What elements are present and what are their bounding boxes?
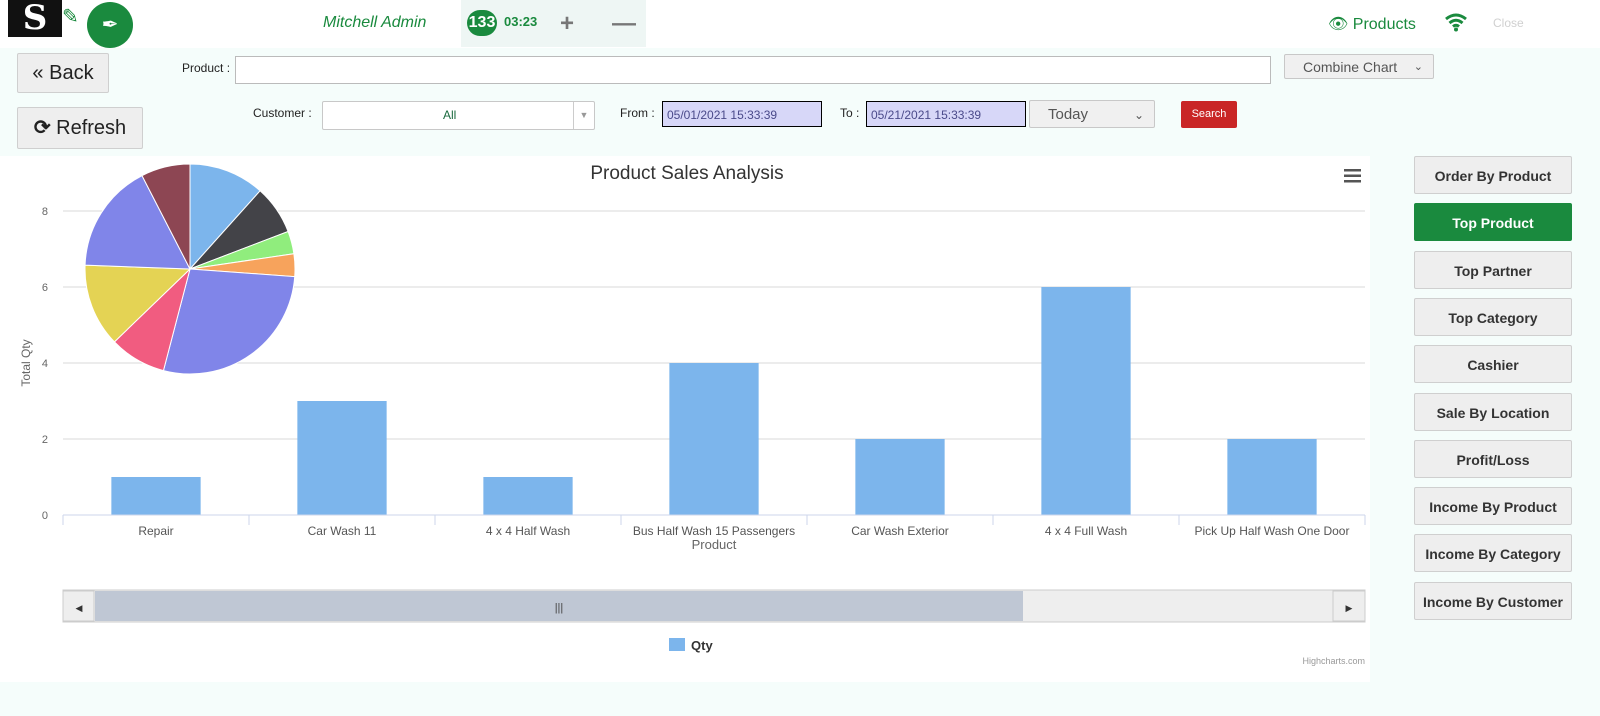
bar[interactable]: [483, 477, 573, 515]
from-label: From :: [620, 106, 655, 120]
sidebar-item-top-partner[interactable]: Top Partner: [1414, 250, 1572, 289]
products-link[interactable]: 👁︎ Products: [1328, 14, 1416, 34]
sidebar-item-income-by-customer[interactable]: Income By Customer: [1414, 581, 1572, 620]
to-label: To :: [840, 106, 860, 120]
refresh-button[interactable]: ⟳ Refresh: [17, 107, 143, 149]
y-axis-ticks: 0 2 4 6 8: [42, 206, 48, 522]
period-select[interactable]: Today ⌄: [1029, 100, 1155, 128]
bar[interactable]: [1227, 439, 1317, 515]
double-chevron-left-icon: «: [32, 62, 44, 84]
back-label: Back: [49, 62, 94, 84]
hamburger-menu-icon[interactable]: [1344, 169, 1361, 183]
chart-container: 0 2 4 6 8 Repair Car Wash 11 4 x 4 Half Wash Bu…: [0, 156, 1370, 682]
x-axis-ticks: Repair Car Wash 11 4 x 4 Half Wash Bus Half…: [138, 524, 1349, 538]
sidebar-item-order-by-product[interactable]: Order By Product: [1414, 156, 1572, 194]
refresh-label: Refresh: [56, 117, 127, 139]
chevron-down-icon: ⌄: [1133, 108, 1144, 122]
product-input[interactable]: [235, 56, 1271, 84]
combine-chart-select[interactable]: Combine Chart ⌄: [1284, 54, 1434, 79]
legend-label: Qty: [691, 638, 713, 653]
x-tick-label: Repair: [138, 524, 173, 538]
period-value: Today: [1048, 106, 1089, 123]
from-date-input[interactable]: 05/01/2021 15:33:39: [662, 101, 822, 127]
combine-chart-value: Combine Chart: [1303, 59, 1398, 75]
bar-chart: 0 2 4 6 8 Repair Car Wash 11 4 x 4 Half Wash Bu…: [19, 163, 1366, 666]
y-tick-label: 2: [42, 434, 48, 446]
x-tick-label: Car Wash Exterior: [851, 524, 949, 538]
x-tick-label: Pick Up Half Wash One Door: [1195, 524, 1350, 538]
chevron-left-icon: ◀: [76, 603, 83, 613]
customer-value: All: [443, 108, 457, 122]
bar[interactable]: [1041, 287, 1131, 515]
user-name: Mitchell Admin: [323, 14, 427, 31]
y-tick-label: 0: [42, 510, 48, 522]
minus-icon[interactable]: —: [612, 10, 636, 38]
top-bar: S ✎ ✒ Mitchell Admin 133 03:23 + — 👁︎ Pr…: [0, 0, 1600, 48]
scrollbar-grip: |||: [555, 602, 564, 614]
y-tick-label: 4: [42, 358, 48, 370]
customer-label: Customer :: [253, 106, 312, 120]
brush-icon[interactable]: ✒: [87, 2, 133, 48]
credits[interactable]: Highcharts.com: [1302, 656, 1365, 666]
bars: [111, 287, 1317, 515]
clock: 03:23: [504, 14, 538, 29]
sidebar-item-profit-loss[interactable]: Profit/Loss: [1414, 439, 1572, 478]
sidebar-item-top-product[interactable]: Top Product: [1414, 203, 1572, 242]
dropdown-arrow-icon: ▼: [573, 102, 594, 129]
app-logo: S: [8, 0, 62, 37]
pencil-icon[interactable]: ✎: [62, 4, 79, 29]
pie-chart: [84, 163, 296, 375]
plus-icon[interactable]: +: [560, 10, 574, 38]
chevron-down-icon: ⌄: [1413, 61, 1423, 73]
close-link[interactable]: Close: [1493, 16, 1524, 30]
chart-title: Product Sales Analysis: [590, 163, 783, 184]
sidebar-item-income-by-product[interactable]: Income By Product: [1414, 487, 1572, 526]
y-tick-label: 6: [42, 282, 48, 294]
wifi-icon: [1445, 13, 1467, 32]
x-tick-label: 4 x 4 Full Wash: [1045, 524, 1127, 538]
x-tick-label: Car Wash 11: [308, 524, 377, 538]
bar[interactable]: [855, 439, 945, 515]
y-axis-label: Total Qty: [19, 339, 33, 386]
to-date-input[interactable]: 05/21/2021 15:33:39: [866, 101, 1026, 127]
search-button[interactable]: Search: [1181, 101, 1237, 128]
bar[interactable]: [297, 401, 387, 515]
customer-select[interactable]: All ▼: [322, 101, 595, 130]
x-tick-label: 4 x 4 Half Wash: [486, 524, 570, 538]
chart-scrollbar[interactable]: ||| ◀ ▶: [62, 589, 1366, 623]
refresh-icon: ⟳: [33, 117, 51, 139]
sidebar-item-top-category[interactable]: Top Category: [1414, 297, 1572, 336]
sidebar-item-sale-by-location[interactable]: Sale By Location: [1414, 392, 1572, 431]
sidebar-item-cashier[interactable]: Cashier: [1414, 345, 1572, 384]
product-label: Product :: [182, 61, 231, 75]
count-badge: 133: [467, 10, 497, 36]
bar[interactable]: [669, 363, 759, 515]
sidebar-item-income-by-category[interactable]: Income By Category: [1414, 534, 1572, 573]
x-tick-label: Bus Half Wash 15 Passengers: [633, 524, 795, 538]
legend-swatch: [669, 638, 685, 651]
back-button[interactable]: « Back: [17, 53, 109, 93]
x-axis-label: Product: [692, 537, 737, 552]
eye-icon: 👁︎: [1328, 16, 1349, 33]
chevron-right-icon: ▶: [1346, 603, 1353, 613]
y-tick-label: 8: [42, 206, 48, 218]
products-link-label: Products: [1352, 16, 1416, 33]
bar[interactable]: [111, 477, 201, 515]
legend[interactable]: Qty: [669, 638, 713, 653]
